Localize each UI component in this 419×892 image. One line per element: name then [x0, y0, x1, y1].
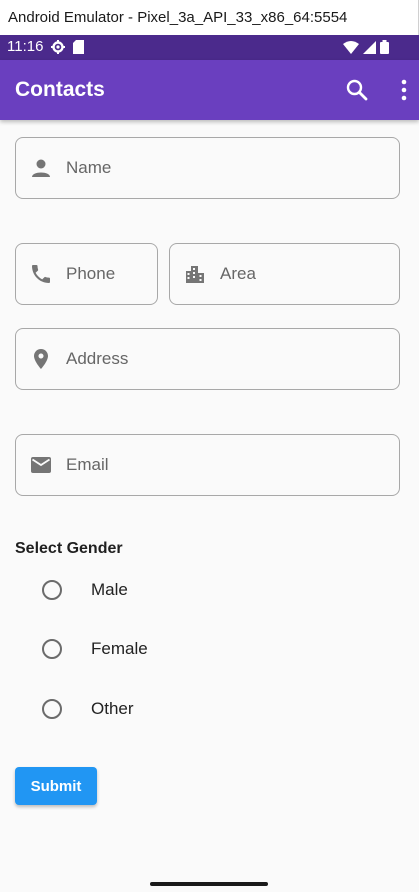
email-input[interactable]: [66, 449, 389, 481]
email-icon: [29, 453, 53, 477]
gender-section-title: Select Gender: [15, 540, 123, 557]
area-input[interactable]: [220, 258, 389, 290]
radio-button[interactable]: [42, 699, 62, 719]
signal-icon: [363, 40, 376, 59]
radio-label: Other: [91, 699, 134, 718]
gender-option-male[interactable]: Male: [42, 578, 128, 602]
email-field[interactable]: [15, 434, 400, 496]
app-bar: Contacts: [0, 60, 419, 120]
person-icon: [29, 156, 53, 180]
address-field[interactable]: [15, 328, 400, 390]
home-gesture-handle[interactable]: [150, 882, 268, 886]
app-title: Contacts: [15, 78, 105, 101]
name-input[interactable]: [66, 152, 389, 184]
status-bar: 11:16: [0, 35, 419, 60]
radio-label: Female: [91, 639, 148, 658]
radio-label: Male: [91, 580, 128, 599]
emulator-window-title: Android Emulator - Pixel_3a_API_33_x86_6…: [0, 0, 419, 35]
gender-option-other[interactable]: Other: [42, 697, 134, 721]
status-time: 11:16: [7, 38, 44, 55]
phone-icon: [29, 262, 53, 286]
radio-button[interactable]: [42, 580, 62, 600]
radio-button[interactable]: [42, 639, 62, 659]
sd-card-icon: [73, 40, 84, 59]
device-screen: 11:16 Contacts Name Phone Area Address E…: [0, 35, 419, 892]
phone-input[interactable]: [66, 258, 147, 290]
phone-field[interactable]: [15, 243, 158, 305]
gender-option-female[interactable]: Female: [42, 637, 148, 661]
area-field[interactable]: [169, 243, 400, 305]
wifi-icon: [343, 40, 359, 59]
more-vert-icon[interactable]: [394, 78, 414, 102]
address-input[interactable]: [66, 343, 389, 375]
submit-button[interactable]: Submit: [15, 767, 97, 805]
location-pin-icon: [29, 347, 53, 371]
navigation-bar: [0, 871, 419, 892]
name-field[interactable]: [15, 137, 400, 199]
search-icon[interactable]: [345, 78, 369, 102]
battery-icon: [380, 40, 389, 59]
city-icon: [183, 262, 207, 286]
settings-icon: [51, 40, 65, 59]
